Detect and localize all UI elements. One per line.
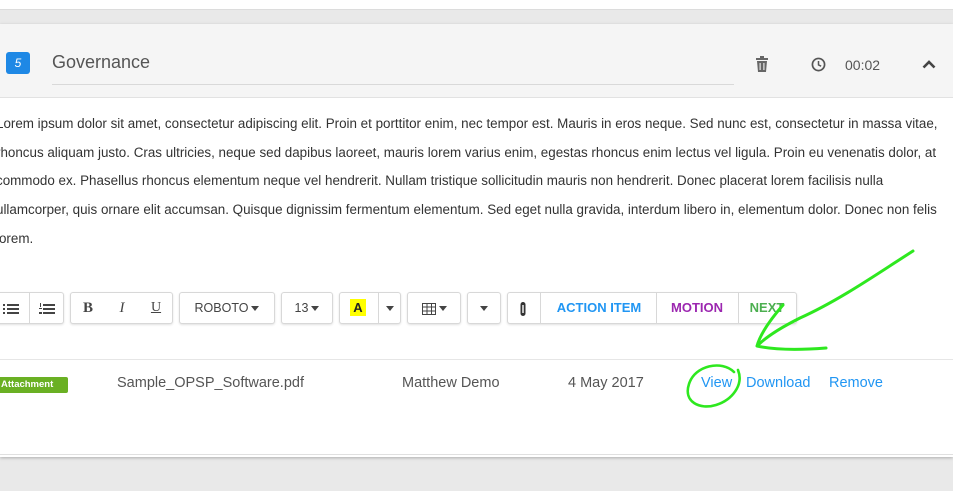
title-underline [52, 84, 734, 85]
attachment-file-name: Sample_OPSP_Software.pdf [117, 375, 304, 391]
highlight-icon: A [350, 299, 366, 316]
insert-group: ACTION ITEM MOTION NEXT [507, 292, 797, 324]
section-notes-text[interactable]: Lorem ipsum dolor sit amet, consectetur … [0, 110, 951, 254]
font-size-value: 13 [294, 301, 309, 315]
font-size-dropdown[interactable]: 13 [281, 292, 333, 324]
section-header: 5 Governance 00:02 [0, 24, 953, 98]
caret-down-icon [480, 306, 488, 312]
font-size-value-wrap: 13 [282, 293, 332, 323]
toolbar-separator [656, 293, 657, 323]
chevron-up-icon[interactable] [922, 59, 936, 69]
text-style-group: B I U [70, 292, 173, 324]
italic-button[interactable]: I [105, 293, 139, 323]
font-family-value: ROBOTO [194, 301, 249, 315]
highlight-color-dropdown[interactable] [380, 293, 400, 323]
download-link[interactable]: Download [746, 375, 811, 391]
font-family-value-wrap: ROBOTO [180, 293, 274, 323]
underline-button[interactable]: U [139, 293, 173, 323]
previous-section-edge [0, 0, 953, 10]
paperclip-icon [520, 301, 526, 316]
agenda-section-card: 5 Governance 00:02 Lorem ipsum dolor sit… [0, 24, 953, 457]
highlight-button[interactable]: A [340, 293, 376, 323]
numbered-list-icon [39, 302, 55, 314]
table-dropdown[interactable] [407, 292, 461, 324]
toolbar-separator [738, 293, 739, 323]
toolbar-separator [378, 293, 379, 323]
trash-icon[interactable] [755, 56, 769, 72]
more-dropdown[interactable] [467, 292, 501, 324]
caret-down-icon [311, 306, 320, 312]
list-group [0, 292, 64, 324]
caret-down-icon [251, 306, 260, 312]
view-link[interactable]: View [701, 375, 732, 391]
caret-down-icon [438, 306, 447, 312]
editor-toolbar: B I U ROBOTO 13 A ACTION ITEM MOTION NEX… [0, 292, 953, 324]
card-bottom-border [0, 454, 953, 455]
highlight-group: A [339, 292, 401, 324]
attachment-badge: Attachment [0, 377, 68, 393]
attachment-uploader: Matthew Demo [402, 375, 500, 391]
toolbar-separator [29, 293, 30, 323]
attachments-divider [0, 359, 953, 360]
bullet-list-button[interactable] [0, 293, 27, 323]
attachment-date: 4 May 2017 [568, 375, 644, 391]
remove-link[interactable]: Remove [829, 375, 883, 391]
motion-button[interactable]: MOTION [658, 293, 736, 323]
numbered-list-button[interactable] [31, 293, 63, 323]
clock-icon [811, 57, 826, 72]
action-item-button[interactable]: ACTION ITEM [544, 293, 654, 323]
table-icon [421, 302, 436, 315]
section-timer: 00:02 [845, 57, 881, 73]
font-family-dropdown[interactable]: ROBOTO [179, 292, 275, 324]
section-number-badge: 5 [6, 52, 30, 74]
more-dropdown-content [468, 293, 500, 323]
toolbar-separator [540, 293, 541, 323]
attach-button[interactable] [508, 293, 538, 323]
bold-button[interactable]: B [71, 293, 105, 323]
bullet-list-icon [3, 303, 19, 314]
table-dropdown-content [408, 293, 460, 323]
caret-down-icon [386, 306, 394, 312]
section-title[interactable]: Governance [52, 52, 150, 73]
next-button[interactable]: NEXT [740, 293, 794, 323]
